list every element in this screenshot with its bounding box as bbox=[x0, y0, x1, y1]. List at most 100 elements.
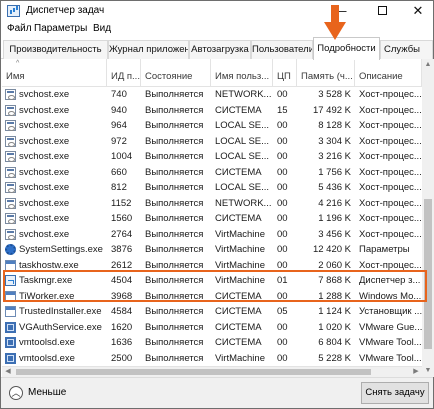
cell-user: VirtMachine bbox=[215, 228, 265, 240]
fewer-details-link[interactable]: Меньше bbox=[28, 387, 66, 398]
cell-user: VirtMachine bbox=[215, 244, 265, 255]
scroll-up-icon[interactable]: ▲ bbox=[422, 59, 434, 71]
cell-description: Параметры bbox=[359, 244, 410, 255]
menu-bar: Файл Параметры Вид bbox=[1, 21, 433, 37]
cell-status: Выполняется bbox=[145, 259, 204, 271]
vertical-scrollbar[interactable]: ▲ ▼ bbox=[422, 59, 434, 377]
cell-status: Выполняется bbox=[145, 135, 204, 147]
table-row[interactable]: VGAuthService.exe 1620 Выполняется СИСТЕМА 0… bbox=[2, 320, 422, 336]
horizontal-scrollbar[interactable]: ◀ ▶ bbox=[2, 366, 422, 377]
table-row[interactable]: svchost.exe 1004 Выполняется LOCAL SE... 00 3… bbox=[2, 149, 422, 165]
cell-pid: 3968 bbox=[111, 290, 133, 302]
column-header-status[interactable]: Состояние bbox=[141, 59, 211, 87]
cell-description: Хост-процес... bbox=[359, 228, 422, 240]
cell-user: СИСТЕМА bbox=[215, 166, 262, 178]
column-header-user[interactable]: Имя польз... bbox=[211, 59, 273, 87]
table-row[interactable]: svchost.exe 740 Выполняется NETWORK... 00 3 5… bbox=[2, 87, 422, 103]
tab-app-history[interactable]: Журнал приложений bbox=[108, 40, 189, 59]
table-row[interactable]: vmtoolsd.exe 2500 Выполняется VirtMachine 00… bbox=[2, 351, 422, 367]
cell-pid: 812 bbox=[111, 182, 127, 193]
cell-cpu: 00 bbox=[277, 120, 288, 131]
table-row[interactable]: svchost.exe 940 Выполняется СИСТЕМА 15 17 492… bbox=[2, 103, 422, 119]
tab-performance[interactable]: Производительность bbox=[3, 40, 108, 59]
cell-cpu: 00 bbox=[277, 352, 288, 364]
cell-memory: 2 060 K bbox=[318, 259, 351, 271]
task-manager-window: Диспетчер задач — ✕ Файл Параметры Вид П… bbox=[0, 0, 434, 409]
menu-view[interactable]: Вид bbox=[93, 23, 111, 34]
cell-description: Хост-процес... bbox=[359, 197, 422, 209]
table-row[interactable]: SystemSettings.exe 3876 Выполняется VirtMac… bbox=[2, 242, 422, 258]
menu-file[interactable]: Файл bbox=[7, 23, 32, 34]
cell-pid: 940 bbox=[111, 104, 127, 116]
table-row[interactable]: svchost.exe 972 Выполняется LOCAL SE... 00 3 … bbox=[2, 134, 422, 150]
cell-status: Выполняется bbox=[145, 120, 204, 131]
cell-cpu: 00 bbox=[277, 182, 288, 193]
cell-description: Хост-процес... bbox=[359, 135, 422, 147]
table-row[interactable]: TrustedInstaller.exe 4584 Выполняется СИСТЕ… bbox=[2, 304, 422, 320]
cell-pid: 4584 bbox=[111, 306, 133, 317]
menu-options[interactable]: Параметры bbox=[34, 23, 87, 34]
cell-description: Установщик ... bbox=[359, 306, 422, 317]
cell-name: svchost.exe bbox=[19, 151, 70, 162]
cell-name: taskhostw.exe bbox=[19, 259, 79, 271]
cell-memory: 1 124 K bbox=[318, 306, 351, 317]
table-row[interactable]: svchost.exe 2764 Выполняется VirtMachine 00 3… bbox=[2, 227, 422, 243]
column-header-cpu[interactable]: ЦП bbox=[273, 59, 297, 87]
cell-name: svchost.exe bbox=[19, 104, 70, 116]
maximize-icon bbox=[377, 6, 387, 16]
cell-cpu: 00 bbox=[277, 337, 288, 348]
process-table: ^ Имя ИД п... Состояние Имя польз... ЦП … bbox=[2, 59, 422, 377]
cell-pid: 1636 bbox=[111, 337, 133, 348]
cell-pid: 1004 bbox=[111, 151, 133, 162]
table-row[interactable]: svchost.exe 1152 Выполняется NETWORK... 00 4 … bbox=[2, 196, 422, 212]
table-row[interactable]: svchost.exe 812 Выполняется LOCAL SE... 00 5 … bbox=[2, 180, 422, 196]
cell-status: Выполняется bbox=[145, 182, 204, 193]
tab-startup[interactable]: Автозагрузка bbox=[189, 40, 251, 59]
cell-cpu: 00 bbox=[277, 213, 288, 224]
horizontal-scroll-thumb[interactable] bbox=[16, 369, 371, 375]
close-button[interactable]: ✕ bbox=[399, 1, 434, 21]
cell-status: Выполняется bbox=[145, 321, 204, 333]
cell-name: svchost.exe bbox=[19, 135, 70, 147]
vertical-scroll-thumb[interactable] bbox=[424, 199, 432, 349]
cell-description: VMware Gue... bbox=[359, 321, 422, 333]
cell-cpu: 00 bbox=[277, 135, 288, 147]
cell-status: Выполняется bbox=[145, 151, 204, 162]
cell-pid: 1152 bbox=[111, 197, 132, 209]
table-row[interactable]: svchost.exe 660 Выполняется СИСТЕМА 00 1 756 … bbox=[2, 165, 422, 181]
cell-description: Хост-процес... bbox=[359, 213, 422, 224]
table-row[interactable]: svchost.exe 1560 Выполняется СИСТЕМА 00 1 196… bbox=[2, 211, 422, 227]
cell-name: svchost.exe bbox=[19, 120, 70, 131]
table-row[interactable]: TiWorker.exe 3968 Выполняется СИСТЕМА 00 1 28… bbox=[2, 289, 422, 305]
column-header-memory[interactable]: Память (ч... bbox=[297, 59, 355, 87]
cell-cpu: 00 bbox=[277, 290, 288, 302]
tab-users[interactable]: Пользователи bbox=[251, 40, 313, 59]
scroll-right-icon[interactable]: ▶ bbox=[410, 367, 422, 377]
cell-memory: 5 228 K bbox=[318, 352, 351, 364]
cell-memory: 8 128 K bbox=[318, 120, 351, 131]
table-row[interactable]: taskhostw.exe 2612 Выполняется VirtMachine 0… bbox=[2, 258, 422, 274]
column-header-name[interactable]: Имя bbox=[2, 59, 107, 87]
table-row[interactable]: svchost.exe 964 Выполняется LOCAL SE... 00 8 … bbox=[2, 118, 422, 134]
cell-user: VirtMachine bbox=[215, 352, 265, 364]
cell-memory: 3 456 K bbox=[318, 228, 351, 240]
collapse-chevron-icon[interactable]: ︿ bbox=[9, 386, 23, 400]
maximize-button[interactable] bbox=[363, 1, 401, 21]
footer-bar: ︿ Меньше Снять задачу bbox=[1, 377, 433, 408]
cell-description: Хост-процес... bbox=[359, 104, 422, 116]
end-task-button[interactable]: Снять задачу bbox=[361, 382, 429, 404]
column-header-description[interactable]: Описание bbox=[355, 59, 422, 87]
cell-status: Выполняется bbox=[145, 352, 204, 364]
scroll-left-icon[interactable]: ◀ bbox=[2, 367, 14, 377]
table-row[interactable]: Taskmgr.exe 4504 Выполняется VirtMachine 01 7… bbox=[2, 273, 422, 289]
column-header-pid[interactable]: ИД п... bbox=[107, 59, 141, 87]
cell-memory: 5 436 K bbox=[318, 182, 351, 193]
cell-memory: 17 492 K bbox=[312, 104, 351, 116]
table-row[interactable]: vmtoolsd.exe 1636 Выполняется СИСТЕМА 00 6 80… bbox=[2, 335, 422, 351]
scroll-down-icon[interactable]: ▼ bbox=[422, 365, 434, 377]
tab-services[interactable]: Службы bbox=[380, 40, 433, 59]
table-header: ^ Имя ИД п... Состояние Имя польз... ЦП … bbox=[2, 59, 422, 87]
cell-memory: 3 216 K bbox=[318, 151, 351, 162]
cell-cpu: 00 bbox=[277, 166, 288, 178]
cell-pid: 2500 bbox=[111, 352, 133, 364]
